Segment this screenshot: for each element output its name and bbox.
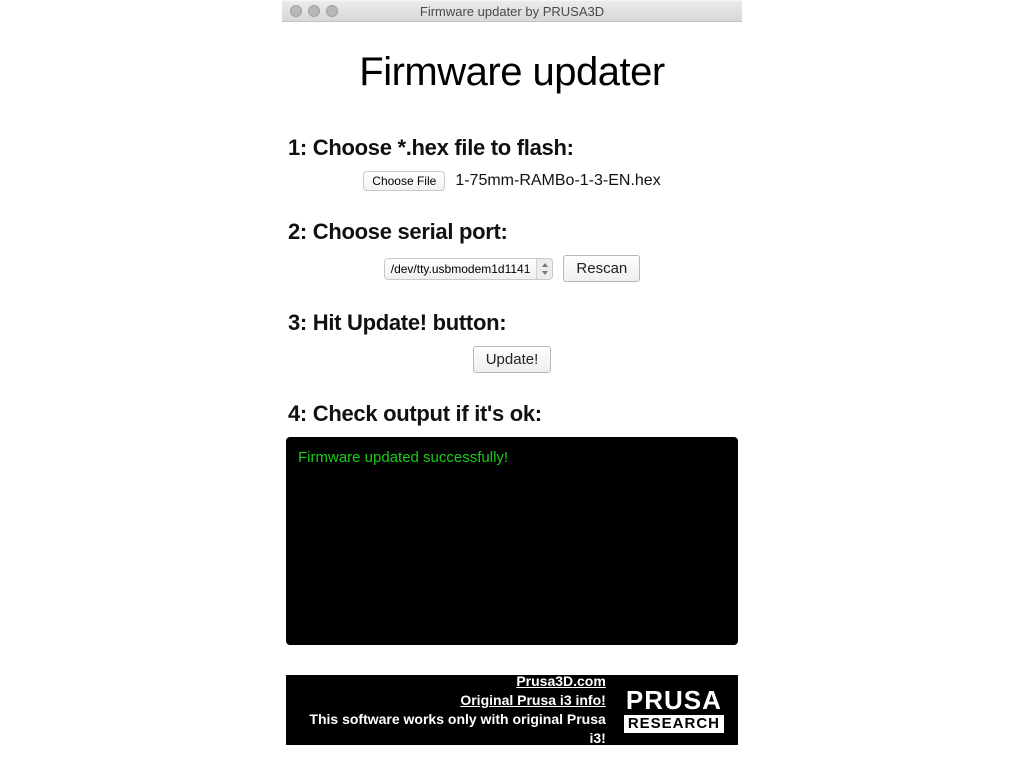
step1-body: Choose File 1-75mm-RAMBo-1-3-EN.hex	[286, 171, 738, 191]
step3-body: Update!	[286, 346, 738, 373]
minimize-icon[interactable]	[308, 5, 320, 17]
app-window: Firmware updater by PRUSA3D Firmware upd…	[282, 0, 742, 745]
step1-label: 1: Choose *.hex file to flash:	[288, 135, 738, 161]
choose-file-button[interactable]: Choose File	[363, 171, 445, 191]
content: Firmware updater 1: Choose *.hex file to…	[282, 22, 742, 745]
footer-link-info[interactable]: Original Prusa i3 info!	[460, 692, 605, 708]
step3-label: 3: Hit Update! button:	[288, 310, 738, 336]
footer-link-home[interactable]: Prusa3D.com	[516, 673, 605, 689]
close-icon[interactable]	[290, 5, 302, 17]
footer: Prusa3D.com Original Prusa i3 info! This…	[286, 675, 738, 745]
footer-note: This software works only with original P…	[309, 711, 605, 746]
step2-label: 2: Choose serial port:	[288, 219, 738, 245]
serial-port-select[interactable]: /dev/tty.usbmodem1d1141	[384, 258, 554, 280]
output-console: Firmware updated successfully!	[286, 437, 738, 645]
window-title: Firmware updater by PRUSA3D	[282, 4, 742, 19]
titlebar: Firmware updater by PRUSA3D	[282, 0, 742, 22]
page-title: Firmware updater	[286, 50, 738, 95]
console-line: Firmware updated successfully!	[298, 449, 726, 466]
step4-label: 4: Check output if it's ok:	[288, 401, 738, 427]
logo-top: PRUSA	[626, 687, 722, 713]
footer-text: Prusa3D.com Original Prusa i3 info! This…	[300, 672, 606, 748]
serial-port-value: /dev/tty.usbmodem1d1141	[385, 262, 537, 276]
traffic-lights	[290, 5, 338, 17]
zoom-icon[interactable]	[326, 5, 338, 17]
update-button[interactable]: Update!	[473, 346, 552, 373]
updown-icon	[536, 259, 552, 279]
logo-bottom: RESEARCH	[624, 715, 724, 734]
rescan-button[interactable]: Rescan	[563, 255, 640, 282]
selected-filename: 1-75mm-RAMBo-1-3-EN.hex	[455, 172, 660, 190]
step2-body: /dev/tty.usbmodem1d1141 Rescan	[286, 255, 738, 282]
prusa-logo: PRUSA RESEARCH	[624, 687, 724, 734]
